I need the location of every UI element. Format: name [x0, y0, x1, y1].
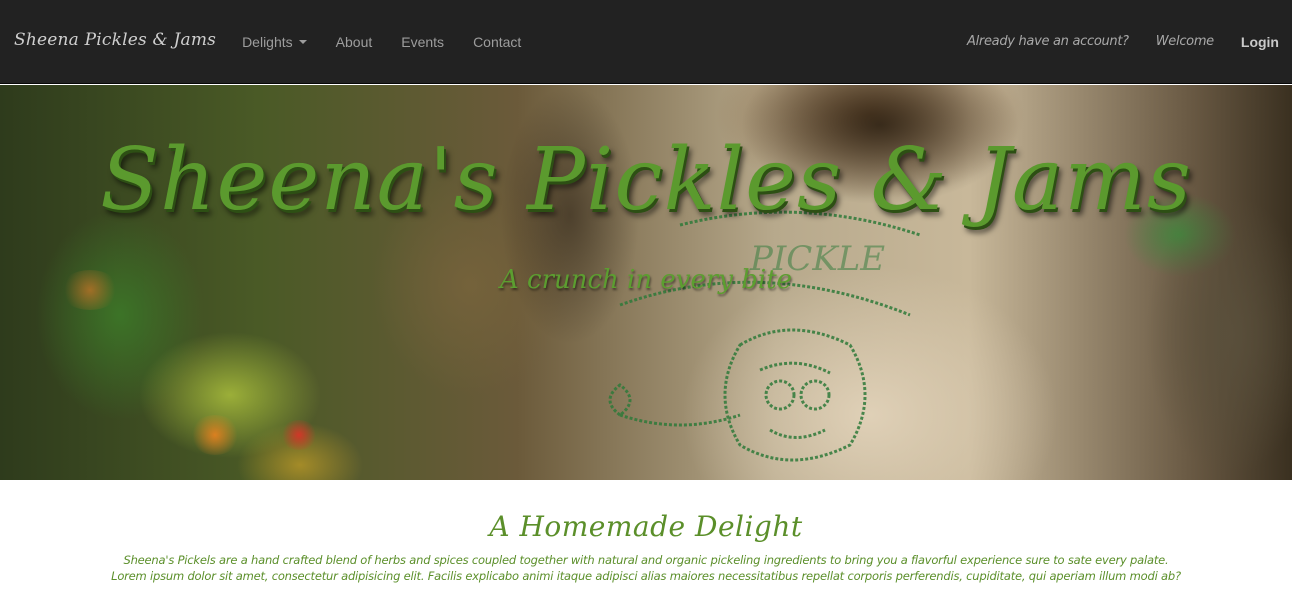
- nav-account: Already have an account? Welcome Login: [940, 34, 1292, 50]
- nav-item-about-label: About: [335, 33, 373, 50]
- nav-item-contact[interactable]: Contact: [473, 34, 521, 50]
- section-heading: A Homemade Delight: [489, 510, 803, 543]
- hero-banner: PICKLE Sheena's Pickles & Jams A crunch …: [0, 85, 1292, 480]
- nav-item-events[interactable]: Events: [401, 34, 444, 50]
- hero-subtitle: A crunch in every bite: [499, 265, 793, 295]
- intro-section: A Homemade Delight Sheena's Pickels are …: [0, 480, 1292, 598]
- account-prompt-link[interactable]: Already have an account?: [967, 34, 1129, 49]
- brand-logo[interactable]: Sheena Pickles & Jams: [14, 30, 216, 50]
- caret-down-icon: [298, 39, 307, 44]
- nav-item-delights[interactable]: Delights: [242, 34, 307, 50]
- nav-item-delights-label: Delights: [242, 33, 293, 50]
- welcome-text: Welcome: [1155, 34, 1214, 49]
- hero-title: Sheena's Pickles & Jams: [100, 130, 1192, 230]
- intro-line-2: Lorem ipsum dolor sit amet, consectetur …: [111, 569, 1181, 583]
- nav-item-contact-label: Contact: [473, 33, 522, 50]
- hero-bokeh-red: [280, 420, 318, 450]
- nav-item-events-label: Events: [401, 33, 445, 50]
- nav-menu: Delights About Events Contact: [242, 34, 550, 50]
- pickle-mascot-illustration: PICKLE: [608, 210, 921, 462]
- nav-item-about[interactable]: About: [336, 34, 373, 50]
- login-link[interactable]: Login: [1241, 34, 1279, 50]
- intro-paragraph: Sheena's Pickels are a hand crafted blen…: [0, 552, 1292, 584]
- intro-line-1: Sheena's Pickels are a hand crafted blen…: [123, 553, 1169, 567]
- top-navbar: Sheena Pickles & Jams Delights About Eve…: [0, 0, 1292, 84]
- hero-bokeh-orange: [190, 415, 240, 455]
